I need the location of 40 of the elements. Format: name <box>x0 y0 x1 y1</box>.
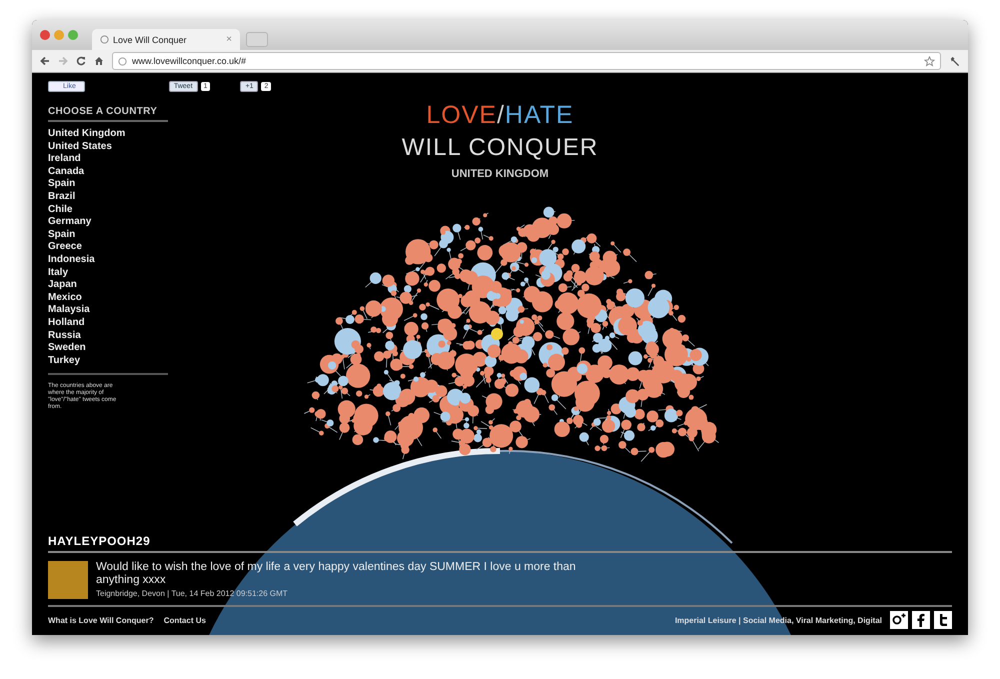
country-link[interactable]: Mexico <box>48 292 168 304</box>
browser-tab[interactable]: Love Will Conquer × <box>92 29 240 50</box>
country-link[interactable]: Greece <box>48 241 168 254</box>
twitter-icon[interactable] <box>934 611 952 629</box>
address-bar[interactable]: www.lovewillconquer.co.uk/# <box>112 52 941 70</box>
country-link[interactable]: Indonesia <box>48 254 168 267</box>
country-link[interactable]: Canada <box>48 166 168 178</box>
reload-icon[interactable] <box>76 56 86 66</box>
country-link[interactable]: Russia <box>48 330 168 342</box>
subtitle: WILL CONQUER <box>402 134 598 162</box>
country-link[interactable]: Sweden <box>48 342 168 355</box>
facebook-icon[interactable] <box>912 611 930 629</box>
sidebar-heading: CHOOSE A COUNTRY <box>48 102 168 122</box>
country-link[interactable]: Holland <box>48 316 168 330</box>
country-link[interactable]: Germany <box>48 216 168 229</box>
selected-country: UNITED KINGDOM <box>451 168 549 180</box>
close-window-button[interactable] <box>40 30 50 40</box>
love-title: LOVE <box>426 101 497 129</box>
country-link[interactable]: Italy <box>48 266 168 280</box>
back-arrow-icon[interactable] <box>40 56 50 66</box>
country-link[interactable]: Chile <box>48 204 168 216</box>
country-link[interactable]: Brazil <box>48 190 168 204</box>
country-link[interactable]: United States <box>48 140 168 154</box>
country-link[interactable]: United Kingdom <box>48 128 168 141</box>
google-plus-icon[interactable] <box>890 611 908 629</box>
star-icon[interactable] <box>924 56 935 66</box>
country-link[interactable]: Turkey <box>48 354 168 368</box>
footer-link[interactable]: Contact Us <box>164 616 206 624</box>
home-icon[interactable] <box>94 56 104 66</box>
country-link[interactable]: Spain <box>48 228 168 242</box>
country-link[interactable]: Japan <box>48 279 168 292</box>
country-link[interactable]: Spain <box>48 178 168 191</box>
footer-link[interactable]: What is Love Will Conquer? <box>48 616 154 624</box>
tweet-meta: Teignbridge, Devon | Tue, 14 Feb 2012 09:51:26 GMT <box>96 589 289 598</box>
title-slash: / <box>496 101 505 129</box>
country-link[interactable]: Ireland <box>48 153 168 166</box>
country-link[interactable]: Malaysia <box>48 304 168 317</box>
avatar-photo-placeholder <box>48 561 88 599</box>
tweet-username: HAYLEYPOOH29 <box>48 534 952 553</box>
hate-title: HATE <box>504 101 574 129</box>
